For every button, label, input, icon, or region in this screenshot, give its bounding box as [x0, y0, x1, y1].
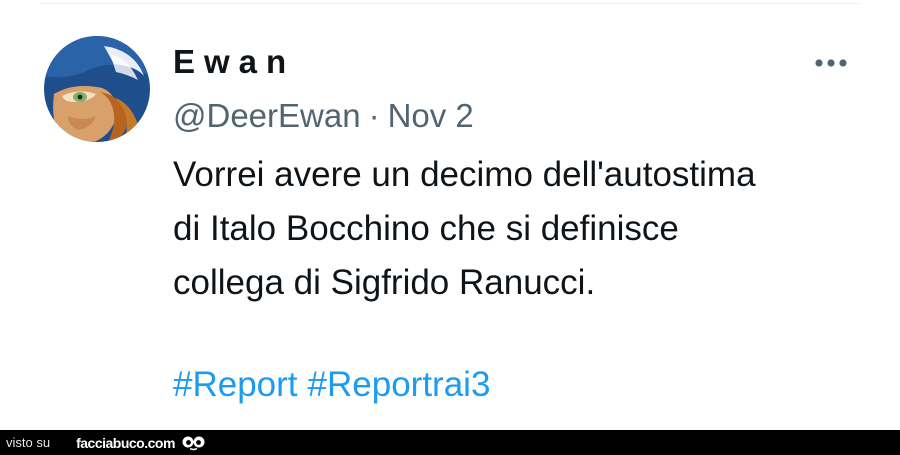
tweet-text: Vorrei avere un decimo dell'autostima di… — [173, 148, 873, 310]
tweet-meta: @DeerEwan · Nov 2 — [173, 92, 474, 140]
avatar-painting-icon — [44, 36, 150, 142]
googly-eyes-logo-icon — [181, 435, 207, 451]
hashtag-link-report[interactable]: #Report — [173, 365, 298, 404]
tweet-date[interactable]: Nov 2 — [388, 97, 474, 134]
tweet-text-line: Vorrei avere un decimo dell'autostima — [173, 155, 756, 194]
display-name[interactable]: Ewan — [173, 38, 295, 86]
avatar[interactable] — [44, 36, 150, 142]
tweet-text-line: di Italo Bocchino che si definisce — [173, 209, 679, 248]
hashtag-link-reportrai3[interactable]: #Reportrai3 — [308, 365, 491, 404]
watermark-site: facciabuco.com — [76, 434, 175, 451]
watermark-bar: visto su facciabuco.com — [0, 430, 900, 455]
top-divider — [40, 3, 860, 4]
more-options-button[interactable] — [808, 46, 854, 80]
tweet-text-line: collega di Sigfrido Ranucci. — [173, 263, 596, 302]
tweet-card: Ewan @DeerEwan · Nov 2 Vorrei avere un dec… — [0, 0, 900, 430]
user-handle[interactable]: @DeerEwan — [173, 97, 361, 134]
meta-separator: · — [368, 97, 380, 134]
hashtag-list: #Report #Reportrai3 — [173, 358, 490, 412]
watermark-prefix: visto su — [6, 435, 51, 450]
more-horizontal-icon — [815, 59, 847, 67]
